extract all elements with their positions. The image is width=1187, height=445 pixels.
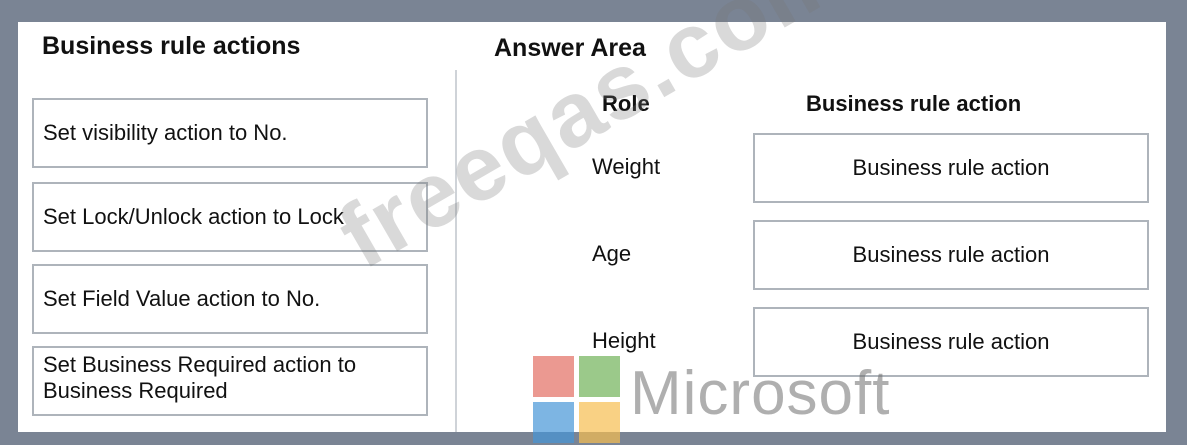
question-panel: Business rule actions Set visibility act… <box>18 0 1166 443</box>
answer-area-heading: Answer Area <box>494 34 646 62</box>
role-weight-label: Weight <box>592 154 661 179</box>
logo-red-square <box>533 356 574 397</box>
business-rule-actions-heading: Business rule actions <box>42 32 301 60</box>
role-age-label: Age <box>592 241 632 266</box>
drop-target-height[interactable]: Business rule action <box>753 307 1149 377</box>
action-option-field-value[interactable]: Set Field Value action to No. <box>32 264 428 334</box>
action-column-header: Business rule action <box>806 91 1022 116</box>
panel-divider <box>455 70 457 432</box>
action-option-visibility[interactable]: Set visibility action to No. <box>32 98 428 168</box>
role-column-header: Role <box>602 91 650 116</box>
role-height-label: Height <box>592 328 656 353</box>
action-option-business-required[interactable]: Set Business Required action to Business… <box>32 346 428 416</box>
drop-target-weight[interactable]: Business rule action <box>753 133 1149 203</box>
microsoft-logo-icon <box>533 356 621 444</box>
logo-green-square <box>579 356 620 397</box>
drop-target-age[interactable]: Business rule action <box>753 220 1149 290</box>
logo-blue-square <box>533 402 574 443</box>
action-option-lock[interactable]: Set Lock/Unlock action to Lock <box>32 182 428 252</box>
logo-yellow-square <box>579 402 620 443</box>
